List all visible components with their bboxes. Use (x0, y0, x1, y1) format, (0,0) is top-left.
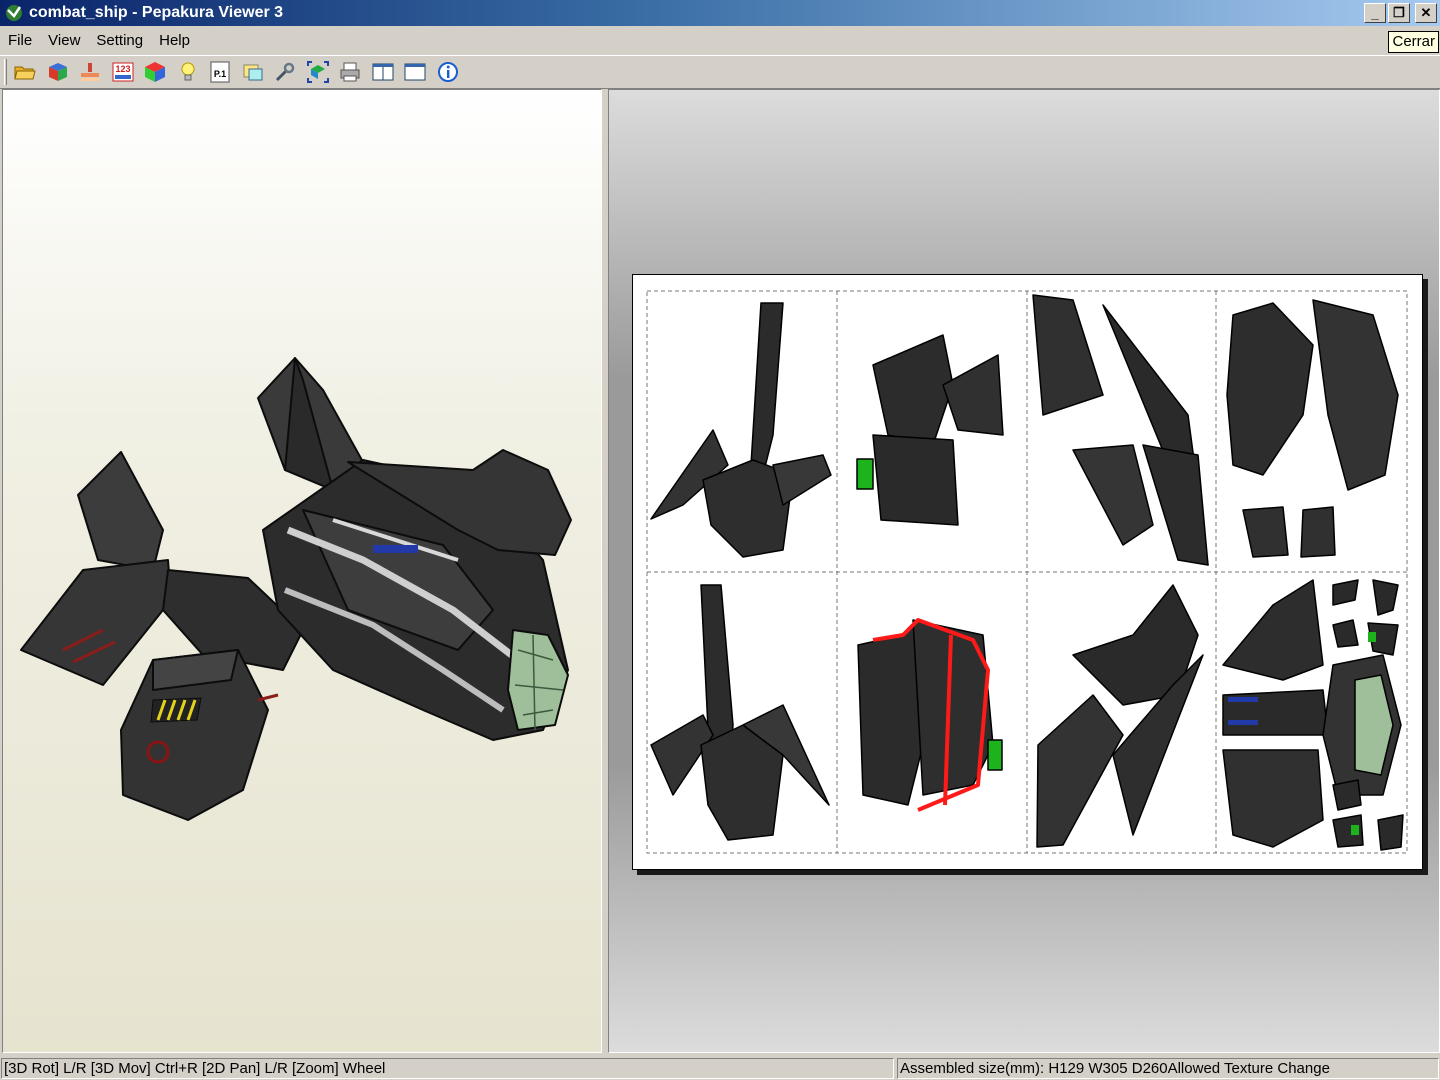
close-tooltip: Cerrar (1388, 31, 1439, 53)
2d-pattern-panel[interactable] (608, 89, 1440, 1053)
restore-button[interactable]: ❐ (1388, 3, 1410, 23)
fit-view-icon (306, 61, 329, 83)
status-bar: [3D Rot] L/R [3D Mov] Ctrl+R [2D Pan] L/… (0, 1056, 1440, 1080)
texture-button[interactable] (140, 57, 170, 87)
toolbar: 123 P.1 (0, 55, 1440, 89)
lighting-button[interactable] (173, 57, 203, 87)
layout-icon (243, 64, 262, 81)
fit-view-button[interactable] (303, 57, 333, 87)
3d-view-button[interactable] (43, 57, 73, 87)
pepakura-app-icon (6, 5, 22, 21)
open-folder-icon (14, 66, 36, 80)
flatten-icon (81, 63, 99, 81)
title-bar[interactable]: combat_ship - Pepakura Viewer 3 _ ❐ ✕ (0, 0, 1440, 26)
single-view-button[interactable] (368, 57, 398, 87)
lightbulb-icon (181, 62, 194, 81)
split-view-button[interactable] (400, 57, 430, 87)
toolbar-grip[interactable] (4, 59, 7, 85)
3d-cube-icon (48, 63, 67, 81)
unfolded-parts[interactable] (633, 275, 1424, 871)
menu-view[interactable]: View (40, 32, 88, 49)
3d-view-panel[interactable] (2, 89, 602, 1053)
info-icon (437, 62, 458, 82)
ship-3d-model[interactable] (3, 90, 602, 1053)
svg-text:P.1: P.1 (214, 69, 226, 79)
split-view-icon (404, 63, 426, 81)
close-button[interactable]: ✕ (1415, 3, 1437, 23)
status-assembled-size: Assembled size(mm): H129 W305 D260Allowe… (897, 1058, 1439, 1079)
layout-button[interactable] (238, 57, 268, 87)
info-button[interactable] (433, 57, 463, 87)
page-button[interactable]: P.1 (205, 57, 235, 87)
status-mouse-hints: [3D Rot] L/R [3D Mov] Ctrl+R [2D Pan] L/… (1, 1058, 894, 1079)
open-button[interactable] (10, 57, 40, 87)
texture-cube-icon (145, 62, 165, 82)
menu-help[interactable]: Help (151, 32, 198, 49)
tool-wrench-icon (275, 62, 295, 82)
print-icon (340, 62, 360, 82)
single-view-icon (372, 63, 393, 81)
hazard-stripe (150, 697, 202, 723)
menu-file[interactable]: File (0, 32, 40, 49)
menu-bar: File View Setting Help (0, 26, 1440, 54)
window-controls: _ ❐ ✕ (1364, 3, 1437, 23)
svg-text:123: 123 (115, 64, 130, 74)
numbering-button[interactable]: 123 (108, 57, 138, 87)
page-number-icon: P.1 (210, 61, 230, 83)
print-button[interactable] (335, 57, 365, 87)
minimize-button[interactable]: _ (1364, 3, 1386, 23)
flatten-button[interactable] (75, 57, 105, 87)
tool-button[interactable] (270, 57, 300, 87)
pattern-sheet[interactable] (632, 274, 1423, 870)
window-title: combat_ship - Pepakura Viewer 3 (29, 4, 284, 21)
menu-setting[interactable]: Setting (88, 32, 151, 49)
numbering-icon: 123 (112, 62, 133, 82)
